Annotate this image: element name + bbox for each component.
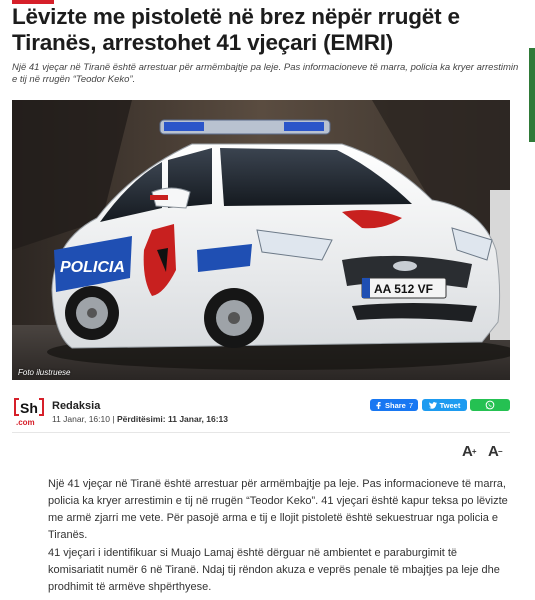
side-ad-strip[interactable] (529, 48, 535, 142)
font-increase-button[interactable]: A+ (462, 444, 477, 459)
author-name[interactable]: Redaksia (52, 400, 100, 412)
license-plate: AA 512 VF (374, 282, 433, 296)
article-photo: POLICIA AA 512 VF (12, 100, 510, 380)
facebook-share-button[interactable]: Share 7 (370, 399, 418, 411)
article-title: Lëvizte me pistoletë në brez nëpër rrugë… (12, 4, 460, 55)
article-lead: Një 41 vjeçar në Tiranë është arrestuar … (12, 62, 519, 85)
font-increase-mark: + (471, 447, 477, 456)
facebook-icon (376, 401, 381, 409)
author-logo[interactable]: Sh .com (13, 396, 45, 426)
twitter-tweet-label: Tweet (439, 400, 461, 410)
meta-divider (12, 432, 510, 433)
updated-label: Përditësimi: (116, 414, 166, 424)
font-decrease-button[interactable]: A− (488, 444, 503, 459)
author-logo-text-bottom: .com (16, 418, 35, 426)
updated-date: 11 Janar, 16:13 (167, 414, 228, 424)
twitter-tweet-button[interactable]: Tweet (422, 399, 467, 411)
police-car-illustration: POLICIA AA 512 VF (12, 100, 510, 380)
facebook-share-label: Share (384, 400, 406, 410)
photo-caption: Foto ilustruese (18, 368, 71, 377)
twitter-bird-icon (428, 401, 437, 409)
car-side-label: POLICIA (60, 259, 125, 276)
whatsapp-share-button[interactable] (470, 399, 510, 411)
article-paragraph: 41 vjeçari i identifikuar si Muajo Lamaj… (48, 547, 500, 593)
published-date: 11 Janar, 16:10 (52, 414, 110, 424)
article-paragraph: Një 41 vjeçar në Tiranë është arrestuar … (48, 478, 508, 541)
facebook-share-count: 7 (408, 400, 414, 410)
article-dates: 11 Janar, 16:10 | Përditësimi: 11 Janar,… (52, 414, 228, 424)
whatsapp-icon (485, 400, 495, 410)
font-decrease-mark: − (497, 447, 503, 456)
author-logo-text-top: Sh (20, 400, 38, 416)
